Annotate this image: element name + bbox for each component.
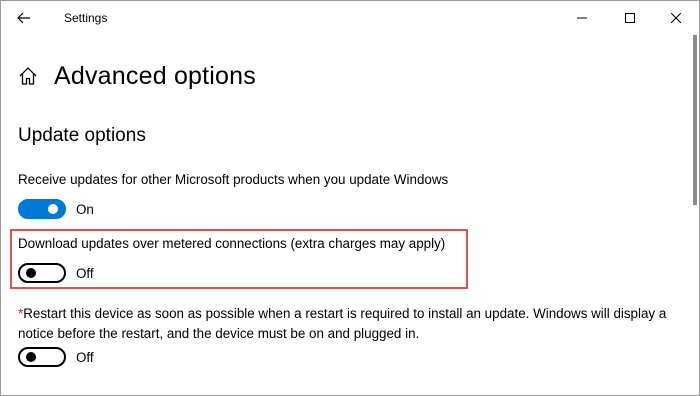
toggle-knob: [26, 268, 36, 278]
minimize-icon: [577, 17, 587, 19]
setting-label-metered-connections: Download updates over metered connection…: [18, 236, 446, 251]
close-icon: [671, 13, 681, 23]
maximize-button[interactable]: [607, 1, 653, 35]
toggle-state-label: Off: [76, 265, 94, 281]
setting-label-other-products: Receive updates for other Microsoft prod…: [18, 172, 449, 187]
settings-window: Settings Advanced options Update options…: [0, 0, 700, 396]
back-button[interactable]: [9, 5, 39, 31]
arrow-left-icon: [17, 12, 30, 24]
toggle-other-products[interactable]: [18, 199, 66, 219]
toggle-row-metered-connections: Off: [18, 262, 94, 284]
toggle-metered-connections[interactable]: [18, 263, 66, 283]
page-title: Advanced options: [54, 61, 256, 90]
toggle-row-other-products: On: [18, 198, 94, 220]
toggle-knob: [48, 204, 58, 214]
setting-label-restart-device: *Restart this device as soon as possible…: [18, 304, 688, 344]
close-button[interactable]: [653, 1, 699, 35]
scrollbar[interactable]: [693, 35, 697, 205]
title-bar: Settings: [1, 1, 699, 35]
toggle-state-label: Off: [76, 349, 94, 365]
toggle-knob: [26, 352, 36, 362]
minimize-button[interactable]: [559, 1, 605, 35]
app-title: Settings: [64, 11, 108, 25]
maximize-icon: [625, 13, 635, 23]
home-icon[interactable]: [17, 65, 39, 87]
page-header: Advanced options: [17, 59, 256, 93]
toggle-row-restart-device: Off: [18, 346, 94, 368]
restart-description: Restart this device as soon as possible …: [18, 306, 667, 341]
toggle-state-label: On: [76, 201, 94, 217]
toggle-restart-device[interactable]: [18, 347, 66, 367]
section-title: Update options: [18, 125, 146, 146]
